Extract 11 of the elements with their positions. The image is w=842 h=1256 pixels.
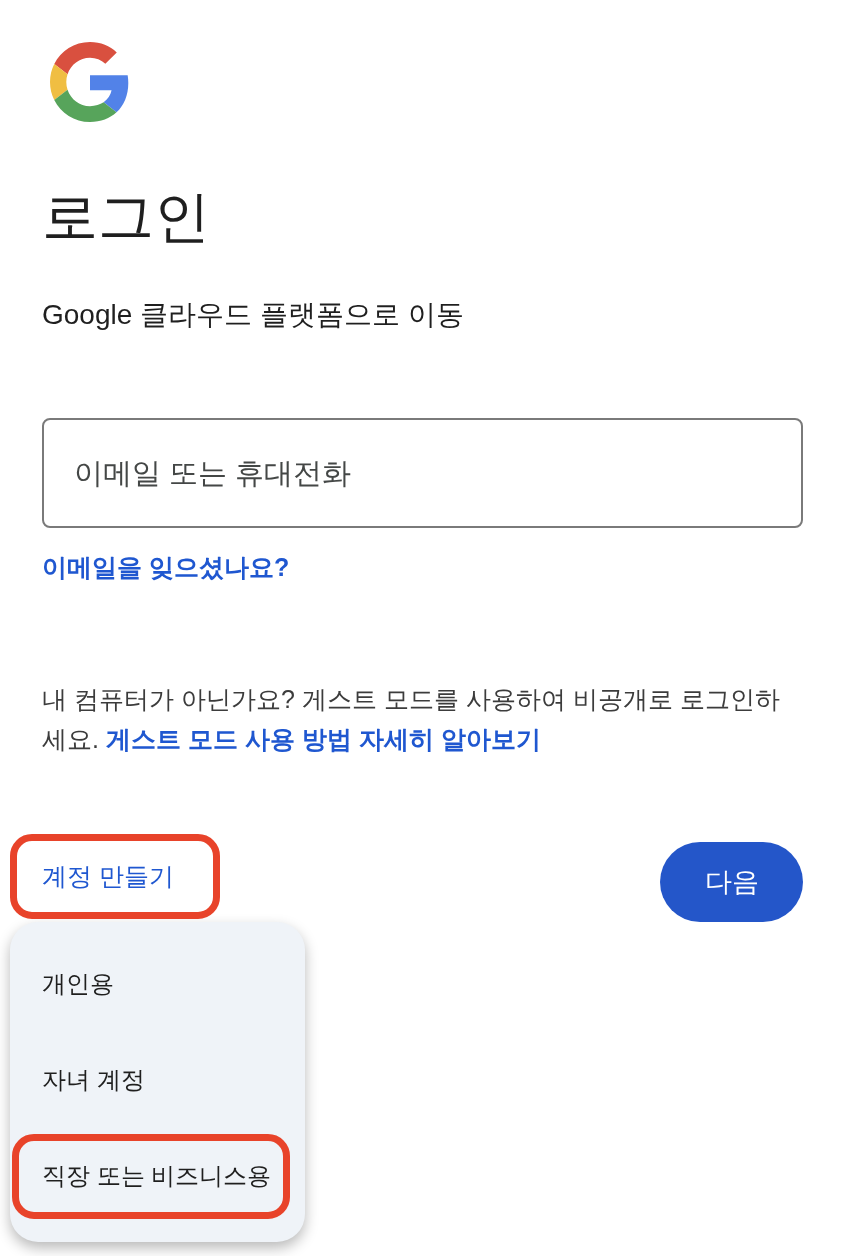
forgot-email-link[interactable]: 이메일을 잊으셨나요?: [42, 553, 290, 581]
create-account-button[interactable]: 계정 만들기: [10, 834, 220, 919]
menu-item[interactable]: 직장 또는 비즈니스용: [10, 1128, 305, 1224]
email-input[interactable]: 이메일 또는 휴대전화: [42, 418, 803, 528]
menu-item[interactable]: 자녀 계정: [10, 1032, 305, 1128]
guest-mode-help-link[interactable]: 게스트 모드 사용 방법 자세히 알아보기: [105, 725, 541, 753]
page-title: 로그인: [42, 184, 211, 250]
menu-item[interactable]: 개인용: [10, 936, 305, 1032]
guest-mode-notice: 내 컴퓨터가 아닌가요? 게스트 모드를 사용하여 비공개로 로그인하세요. 게스트 모드 사용 방법 자세히 알아보기: [42, 684, 781, 755]
page-subtitle: Google 클라우드 플랫폼으로 이동: [42, 298, 465, 332]
next-button[interactable]: 다음: [660, 842, 803, 922]
